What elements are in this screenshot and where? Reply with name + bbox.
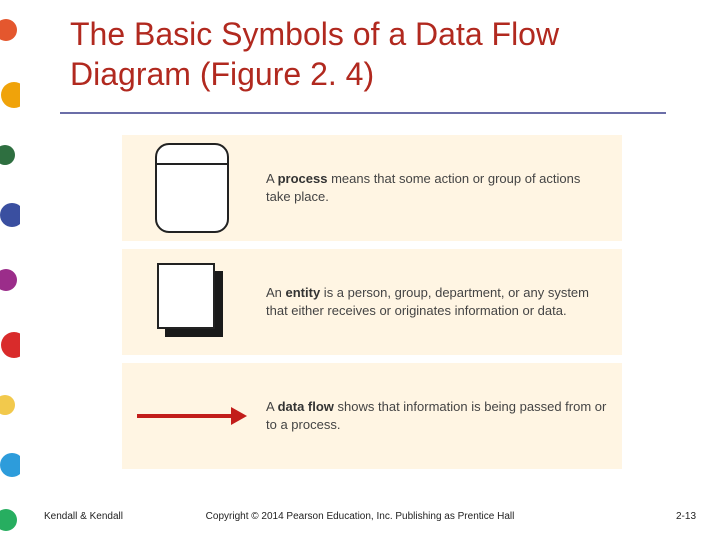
row-dataflow: A data flow shows that information is be… (122, 363, 622, 469)
arrow-head-icon (231, 407, 247, 425)
sidebar-svg (0, 0, 20, 540)
entity-symbol-icon (157, 263, 227, 341)
desc-bold: process (278, 171, 328, 186)
slide: The Basic Symbols of a Data Flow Diagram… (0, 0, 720, 540)
footer-page-number: 2-13 (676, 511, 696, 522)
symbol-col (122, 135, 262, 241)
row-process: A process means that some action or grou… (122, 135, 622, 241)
desc-bold: data flow (278, 399, 334, 414)
desc-lead: A (266, 171, 278, 186)
symbol-col (122, 363, 262, 469)
footer-copyright: Copyright © 2014 Pearson Education, Inc.… (0, 511, 720, 522)
desc-entity: An entity is a person, group, department… (262, 278, 622, 325)
process-symbol-icon (155, 143, 229, 233)
title-underline (60, 112, 666, 114)
sidebar-decor (0, 0, 20, 540)
desc-bold: entity (286, 285, 321, 300)
desc-lead: An (266, 285, 286, 300)
figure-2-4: A process means that some action or grou… (122, 135, 622, 469)
desc-lead: A (266, 399, 278, 414)
row-entity: An entity is a person, group, department… (122, 249, 622, 355)
desc-dataflow: A data flow shows that information is be… (262, 392, 622, 439)
arrow-line (137, 414, 231, 418)
slide-title: The Basic Symbols of a Data Flow Diagram… (70, 14, 680, 94)
dataflow-arrow-icon (137, 407, 247, 425)
entity-square (157, 263, 215, 329)
symbol-col (122, 249, 262, 355)
desc-process: A process means that some action or grou… (262, 164, 622, 211)
